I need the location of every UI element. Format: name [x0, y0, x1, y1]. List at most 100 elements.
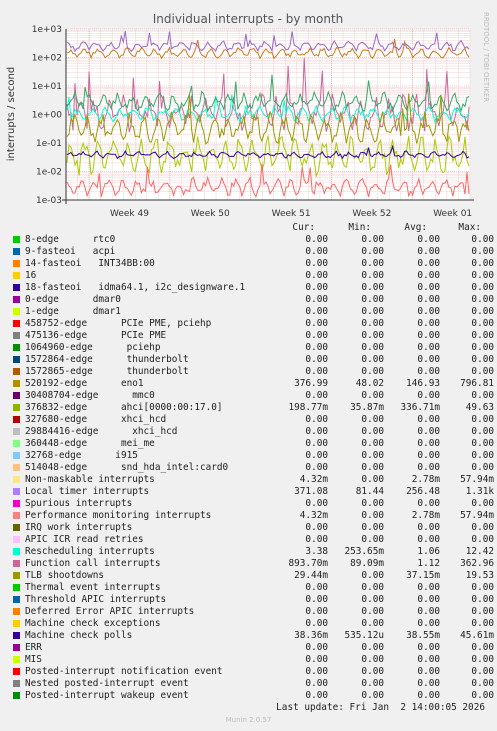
legend-cur-value: 0.00 — [305, 438, 328, 449]
legend-max-value: 0.00 — [471, 438, 494, 449]
legend-max-value: 0.00 — [471, 330, 494, 341]
legend-row: 16 0.00 0.00 0.00 0.00 — [12, 270, 494, 282]
legend-avg-value: 2.78m — [411, 510, 440, 521]
legend-avg-value: 0.00 — [417, 606, 440, 617]
legend-row: Posted-interrupt wakeup event 0.00 0.00 0.0… — [12, 690, 494, 702]
legend-min-value: 0.00 — [361, 366, 384, 377]
legend-label: 1572865-edge thunderbolt — [25, 366, 189, 377]
legend-max-value: 0.00 — [471, 306, 494, 317]
legend-cur-value: 0.00 — [305, 246, 328, 257]
legend-label: 520192-edge eno1 — [25, 378, 144, 389]
legend-avg-value: 38.55m — [406, 630, 440, 641]
legend-cur-value: 0.00 — [305, 294, 328, 305]
legend-label: Deferred Error APIC interrupts — [25, 606, 195, 617]
legend-swatch — [13, 320, 20, 327]
legend-cur-value: 0.00 — [305, 594, 328, 605]
legend-label: Performance monitoring interrupts — [25, 510, 212, 521]
header-cur: Cur: — [292, 222, 315, 233]
legend-min-value: 0.00 — [361, 534, 384, 545]
legend-row: 360448-edge mei_me 0.00 0.00 0.00 0.00 — [12, 438, 494, 450]
legend-label: 376832-edge ahci[0000:00:17.0] — [25, 402, 223, 413]
legend-max-value: 0.00 — [471, 234, 494, 245]
legend-max-value: 0.00 — [471, 318, 494, 329]
legend-max-value: 0.00 — [471, 678, 494, 689]
legend-swatch — [13, 596, 20, 603]
legend-label: 1-edge dmar1 — [25, 306, 121, 317]
legend-label: 30408704-edge mmc0 — [25, 390, 155, 401]
header-min: Min: — [348, 222, 371, 233]
legend-label: Machine check exceptions — [25, 618, 161, 629]
legend-swatch — [13, 380, 20, 387]
legend-cur-value: 0.00 — [305, 354, 328, 365]
legend-avg-value: 0.00 — [417, 462, 440, 473]
legend-label: 16 — [25, 270, 37, 281]
legend-swatch — [13, 500, 20, 507]
legend-min-value: 0.00 — [361, 462, 384, 473]
legend-cur-value: 376.99 — [294, 378, 328, 389]
legend-label: Posted-interrupt wakeup event — [25, 690, 189, 701]
legend-avg-value: 0.00 — [417, 690, 440, 701]
legend-swatch — [13, 464, 20, 471]
legend-min-value: 0.00 — [361, 282, 384, 293]
legend-label: Function call interrupts — [25, 558, 161, 569]
legend-cur-value: 4.32m — [299, 474, 328, 485]
legend-swatch — [13, 284, 20, 291]
legend-row: TLB shootdowns 29.44m 0.00 37.15m 19.53 — [12, 570, 494, 582]
legend-swatch — [13, 620, 20, 627]
legend-cur-value: 0.00 — [305, 342, 328, 353]
legend-swatch — [13, 248, 20, 255]
legend-max-value: 0.00 — [471, 606, 494, 617]
legend-label: 0-edge dmar0 — [25, 294, 121, 305]
legend-cur-value: 0.00 — [305, 462, 328, 473]
legend-cur-value: 0.00 — [305, 582, 328, 593]
legend-max-value: 0.00 — [471, 390, 494, 401]
legend-cur-value: 29.44m — [294, 570, 328, 581]
legend-row: Threshold APIC interrupts 0.00 0.00 0.00 0.0… — [12, 594, 494, 606]
chart: Individual interrupts - by month 1e-031e… — [6, 12, 490, 219]
legend-avg-value: 1.06 — [417, 546, 440, 557]
legend-avg-value: 2.78m — [411, 474, 440, 485]
legend-min-value: 0.00 — [361, 570, 384, 581]
legend-row: IRQ work interrupts 0.00 0.00 0.00 0.00 — [12, 522, 494, 534]
legend-min-value: 0.00 — [361, 498, 384, 509]
legend-label: 18-fasteoi idma64.1, i2c_designware.1 — [25, 282, 246, 293]
legend-avg-value: 256.48 — [406, 486, 440, 497]
last-update: Last update: Fri Jan 2 14:00:05 2026 — [276, 702, 485, 713]
x-tick-label: Week 52 — [352, 209, 391, 219]
legend-swatch — [13, 296, 20, 303]
legend-row: MIS 0.00 0.00 0.00 0.00 — [12, 654, 494, 666]
legend-min-value: 0.00 — [361, 306, 384, 317]
legend-swatch — [13, 512, 20, 519]
legend-max-value: 0.00 — [471, 654, 494, 665]
legend-min-value: 0.00 — [361, 594, 384, 605]
legend-avg-value: 0.00 — [417, 390, 440, 401]
legend-max-value: 0.00 — [471, 354, 494, 365]
legend-row: 14-fasteoi INT34BB:00 0.00 0.00 0.00 0.00 — [12, 258, 494, 270]
legend-swatch — [13, 416, 20, 423]
legend-label: 8-edge rtc0 — [25, 234, 116, 245]
legend-avg-value: 146.93 — [406, 378, 440, 389]
legend-label: 32768-edge i915 — [25, 450, 138, 461]
legend-swatch — [13, 368, 20, 375]
legend-min-value: 535.12u — [344, 630, 384, 641]
legend-row: 1-edge dmar1 0.00 0.00 0.00 0.00 — [12, 306, 494, 318]
legend-max-value: 0.00 — [471, 594, 494, 605]
legend-cur-value: 0.00 — [305, 306, 328, 317]
legend-avg-value: 0.00 — [417, 498, 440, 509]
legend-label: 9-fasteoi acpi — [25, 246, 116, 257]
legend-max-value: 1.31k — [465, 486, 494, 497]
legend-min-value: 0.00 — [361, 654, 384, 665]
legend-label: Spurious interrupts — [25, 498, 133, 509]
legend-swatch — [13, 428, 20, 435]
legend-cur-value: 0.00 — [305, 426, 328, 437]
legend-min-value: 0.00 — [361, 330, 384, 341]
legend-max-value: 0.00 — [471, 414, 494, 425]
x-tick-label: Week 51 — [272, 209, 311, 219]
legend-swatch — [13, 452, 20, 459]
legend-max-value: 0.00 — [471, 450, 494, 461]
legend-avg-value: 0.00 — [417, 654, 440, 665]
legend-min-value: 48.02 — [355, 378, 384, 389]
legend-label: Rescheduling interrupts — [25, 546, 155, 557]
legend-label: ERR — [25, 642, 42, 653]
legend-swatch — [13, 692, 20, 699]
